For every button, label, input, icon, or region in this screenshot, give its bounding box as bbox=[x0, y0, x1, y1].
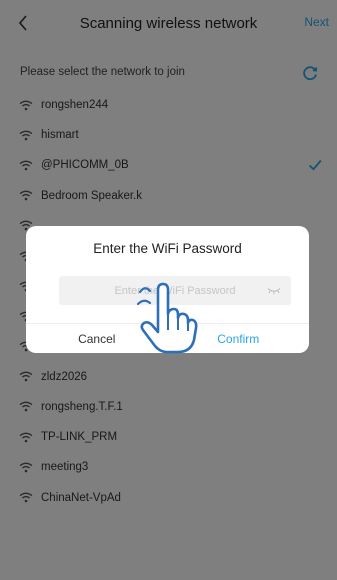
dialog-title: Enter the WiFi Password bbox=[93, 241, 242, 256]
eye-closed-icon[interactable] bbox=[267, 287, 281, 295]
wifi-scan-screen: Scanning wireless network Next Please se… bbox=[0, 0, 337, 580]
hand-pointer-icon bbox=[136, 282, 198, 354]
